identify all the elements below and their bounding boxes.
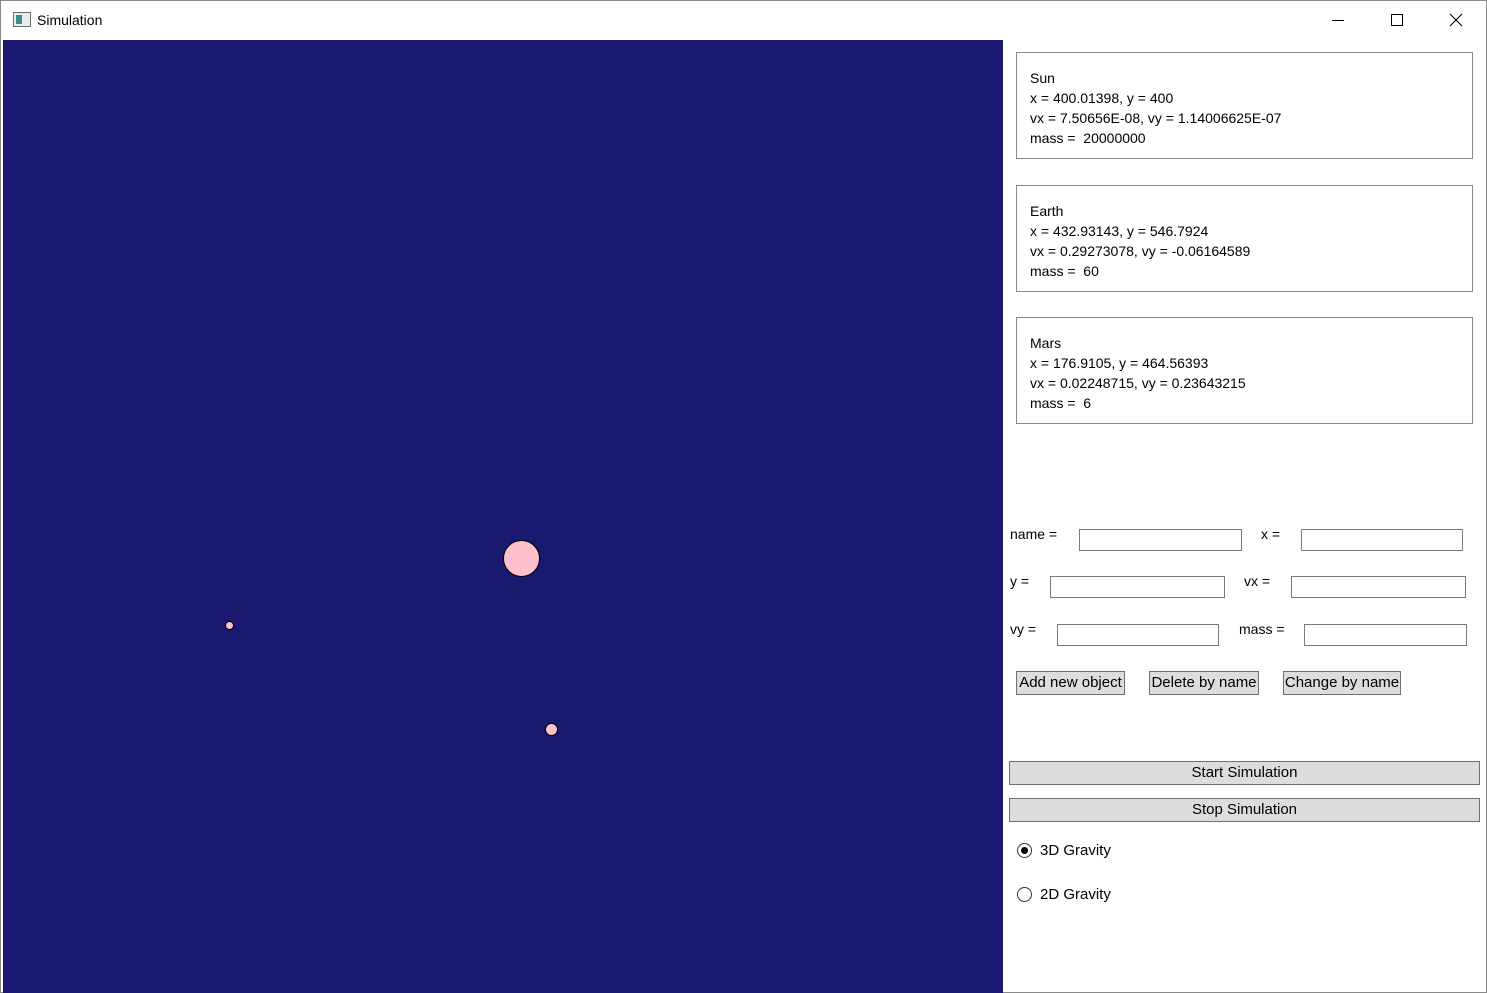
gravity-2d-radio[interactable]	[1017, 887, 1032, 902]
close-icon	[1449, 13, 1463, 27]
body-name: Earth	[1030, 203, 1064, 219]
body-mass: mass = 20000000	[1030, 130, 1146, 146]
body-velocity: vx = 0.02248715, vy = 0.23643215	[1030, 375, 1246, 391]
x-label: x =	[1261, 526, 1281, 542]
close-button[interactable]	[1427, 1, 1485, 39]
radio-selected-dot	[1021, 847, 1028, 854]
gravity-3d-radio[interactable]	[1017, 843, 1032, 858]
body-velocity: vx = 0.29273078, vy = -0.06164589	[1030, 243, 1251, 259]
simulation-canvas[interactable]	[3, 40, 1003, 993]
mass-input[interactable]	[1304, 624, 1467, 646]
body-name: Sun	[1030, 70, 1055, 86]
minimize-button[interactable]	[1309, 1, 1367, 39]
simulation-window: Simulation Sun x = 400.01398, y = 400 vx…	[0, 0, 1487, 993]
name-input[interactable]	[1079, 529, 1242, 551]
body-info-earth: Earth x = 432.93143, y = 546.7924 vx = 0…	[1016, 185, 1473, 292]
body-mass: mass = 60	[1030, 263, 1099, 279]
app-window-icon	[13, 12, 31, 27]
vy-input[interactable]	[1057, 624, 1219, 646]
vy-label: vy =	[1010, 621, 1037, 637]
body-position: x = 432.93143, y = 546.7924	[1030, 223, 1209, 239]
body-velocity: vx = 7.50656E-08, vy = 1.14006625E-07	[1030, 110, 1282, 126]
body-info-sun: Sun x = 400.01398, y = 400 vx = 7.50656E…	[1016, 52, 1473, 159]
window-title: Simulation	[37, 12, 103, 28]
body-name: Mars	[1030, 335, 1062, 351]
minimize-icon	[1332, 20, 1344, 21]
sun-body	[503, 540, 540, 577]
delete-by-name-button[interactable]: Delete by name	[1149, 671, 1259, 695]
body-position: x = 176.9105, y = 464.56393	[1030, 355, 1209, 371]
name-label: name =	[1010, 526, 1058, 542]
vx-input[interactable]	[1291, 576, 1466, 598]
x-input[interactable]	[1301, 529, 1463, 551]
maximize-button[interactable]	[1368, 1, 1426, 39]
gravity-3d-label[interactable]: 3D Gravity	[1040, 842, 1111, 859]
body-mass: mass = 6	[1030, 395, 1092, 411]
gravity-2d-label[interactable]: 2D Gravity	[1040, 886, 1111, 903]
y-input[interactable]	[1050, 576, 1225, 598]
start-simulation-button[interactable]: Start Simulation	[1009, 761, 1480, 785]
earth-body	[545, 723, 558, 736]
add-object-button[interactable]: Add new object	[1016, 671, 1125, 695]
y-label: y =	[1010, 573, 1030, 589]
body-position: x = 400.01398, y = 400	[1030, 90, 1174, 106]
stop-simulation-button[interactable]: Stop Simulation	[1009, 798, 1480, 822]
mass-label: mass =	[1239, 621, 1285, 637]
maximize-icon	[1391, 14, 1403, 26]
title-bar[interactable]: Simulation	[1, 1, 1486, 39]
change-by-name-button[interactable]: Change by name	[1283, 671, 1401, 695]
vx-label: vx =	[1244, 573, 1271, 589]
body-info-mars: Mars x = 176.9105, y = 464.56393 vx = 0.…	[1016, 317, 1473, 424]
mars-body	[225, 621, 234, 630]
